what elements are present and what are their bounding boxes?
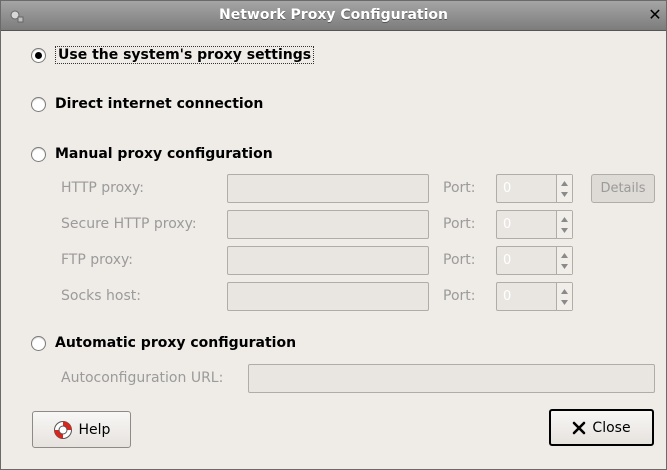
secure-http-proxy-label: Secure HTTP proxy: <box>61 216 197 232</box>
option-system-proxy[interactable]: Use the system's proxy settings <box>31 45 315 65</box>
dialog-window: Network Proxy Configuration ✕ Use the sy… <box>0 0 667 470</box>
http-proxy-input[interactable] <box>227 174 429 203</box>
socks-port-value: 0 <box>503 289 512 304</box>
socks-port-spinner[interactable]: 0 <box>496 282 573 311</box>
secure-port-value: 0 <box>503 217 512 232</box>
radio-automatic-proxy[interactable] <box>31 335 46 351</box>
lifebuoy-icon <box>53 420 72 439</box>
autoconfig-url-label: Autoconfiguration URL: <box>61 370 224 386</box>
x-icon <box>573 421 586 434</box>
spin-up-icon[interactable] <box>560 251 569 260</box>
option-automatic-proxy-label: Automatic proxy configuration <box>55 335 297 351</box>
spin-up-icon[interactable] <box>560 215 569 224</box>
spin-down-icon[interactable] <box>560 226 569 235</box>
option-system-proxy-label: Use the system's proxy settings <box>55 46 315 64</box>
secure-port-arrows[interactable] <box>556 211 572 238</box>
spin-up-icon[interactable] <box>560 287 569 296</box>
spin-down-icon[interactable] <box>560 262 569 271</box>
ftp-port-value: 0 <box>503 253 512 268</box>
ftp-proxy-label: FTP proxy: <box>61 252 133 268</box>
help-button-label: Help <box>78 421 111 438</box>
close-button-label: Close <box>592 419 631 436</box>
window-title: Network Proxy Configuration <box>218 7 448 23</box>
radio-system-proxy[interactable] <box>31 47 46 63</box>
option-automatic-proxy[interactable]: Automatic proxy configuration <box>31 333 296 353</box>
details-button[interactable]: Details <box>591 174 655 203</box>
autoconfig-url-input[interactable] <box>248 364 655 393</box>
titlebar[interactable]: Network Proxy Configuration ✕ <box>1 1 666 31</box>
http-port-label: Port: <box>443 180 476 196</box>
socks-host-label: Socks host: <box>61 288 141 304</box>
socks-port-label: Port: <box>443 288 476 304</box>
ftp-proxy-input[interactable] <box>227 246 429 275</box>
http-port-spinner[interactable]: 0 <box>496 174 573 203</box>
spin-down-icon[interactable] <box>560 190 569 199</box>
option-manual-proxy[interactable]: Manual proxy configuration <box>31 144 273 164</box>
option-manual-proxy-label: Manual proxy configuration <box>55 146 273 162</box>
radio-direct-connection[interactable] <box>31 96 46 112</box>
close-window-icon[interactable]: ✕ <box>646 6 664 24</box>
ftp-port-spinner[interactable]: 0 <box>496 246 573 275</box>
help-button[interactable]: Help <box>32 411 131 448</box>
secure-port-spinner[interactable]: 0 <box>496 210 573 239</box>
ftp-port-arrows[interactable] <box>556 247 572 274</box>
socks-port-arrows[interactable] <box>556 283 572 310</box>
secure-port-label: Port: <box>443 216 476 232</box>
http-port-value: 0 <box>503 181 512 196</box>
secure-http-proxy-input[interactable] <box>227 210 429 239</box>
http-proxy-label: HTTP proxy: <box>61 180 145 196</box>
radio-manual-proxy[interactable] <box>31 146 46 162</box>
close-button[interactable]: Close <box>549 409 654 446</box>
option-direct-connection[interactable]: Direct internet connection <box>31 94 263 114</box>
spin-up-icon[interactable] <box>560 179 569 188</box>
socks-host-input[interactable] <box>227 282 429 311</box>
spin-down-icon[interactable] <box>560 298 569 307</box>
option-direct-connection-label: Direct internet connection <box>55 96 264 112</box>
ftp-port-label: Port: <box>443 252 476 268</box>
http-port-arrows[interactable] <box>556 175 572 202</box>
